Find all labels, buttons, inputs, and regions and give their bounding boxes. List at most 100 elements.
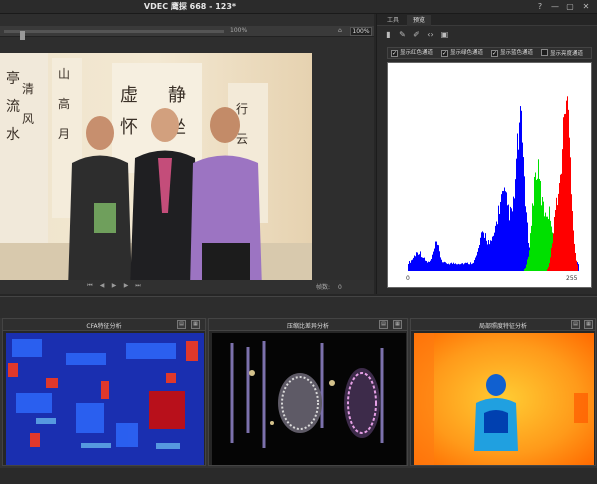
eyedropper-icon[interactable]: ✎ [397,29,408,40]
zoom-readout: 100% [230,27,248,34]
image-icon[interactable]: ▣ [439,29,450,40]
histogram-bar-blue [416,252,417,271]
red-channel-check[interactable]: ✓ 显示红色通道 [391,49,433,58]
histogram-bar-blue [450,263,451,271]
image-viewer: 100% ⌂ 100% 亭流水 清风 山高月 虚 怀 静 行 云 [0,14,374,294]
histogram-bar-blue [433,251,434,271]
histogram-bar-blue [465,262,466,271]
green-channel-check[interactable]: ✓ 显示绿色通道 [441,49,483,58]
histogram-bar-red [568,109,569,271]
frame-counter: 帧数: 0 [316,282,342,291]
histogram-bar-blue [457,264,458,271]
histogram-bar-blue [471,264,472,271]
export-icon[interactable]: ▦ [191,320,200,329]
histogram-bar-blue [517,133,518,271]
compression-map [212,333,406,465]
histogram-bar-blue [512,211,513,271]
histogram-bar-blue [432,254,433,271]
histogram-bar-blue [430,260,431,271]
save-icon[interactable]: ▤ [177,320,186,329]
pencil-icon[interactable]: ✐ [411,29,422,40]
histogram-bar-green [539,178,540,271]
histogram-bar-blue [508,204,509,271]
zoom-slider-knob[interactable] [20,31,25,40]
histogram-bar-blue [480,237,481,271]
histogram-bar-blue [459,264,460,271]
histogram-bar-blue [411,260,412,271]
histogram-bar-red [560,174,561,271]
histogram-bar-red [575,252,576,271]
tab-preview[interactable]: 预览 [407,15,432,26]
zoom-slider[interactable] [4,30,224,40]
histogram-bar-blue [520,106,521,271]
histogram-bar-blue [521,110,522,271]
histogram-bar-blue [485,233,486,271]
panel-title: CFA特征分析 [86,323,122,330]
maximize-button[interactable]: ▢ [563,1,577,12]
tool-panel: 工具 预览 ▮ ✎ ✐ ‹› ▣ ✓ 显示红色通道 ✓ 显示绿色通道 ✓ 显示蓝色通道… [376,14,597,294]
svg-text:月: 月 [58,127,70,141]
blue-channel-check[interactable]: ✓ 显示蓝色通道 [491,49,533,58]
histogram-bar-green [538,159,539,271]
tool-icon-row: ▮ ✎ ✐ ‹› ▣ [379,28,596,42]
histogram-bar-blue [578,264,579,271]
fit-icon[interactable]: ⌂ [338,27,342,34]
last-frame-button[interactable]: ⏭ [134,282,142,290]
code-icon[interactable]: ‹› [425,29,436,40]
histogram-bar-red [574,243,575,271]
tab-tools[interactable]: 工具 [381,15,405,26]
histogram-bar-blue [444,261,445,271]
export-icon[interactable]: ▦ [584,320,593,329]
first-frame-button[interactable]: ⏮ [86,282,94,290]
luma-channel-check[interactable]: 显示亮度通道 [541,49,583,59]
histogram-bar-red [557,205,558,271]
status-footer [0,468,597,484]
histogram-bar-red [559,183,560,271]
zoom-input[interactable]: 100% [350,27,372,36]
cfa-map-image [6,333,204,465]
histogram-bar-blue [415,256,416,271]
save-icon[interactable]: ▤ [379,320,388,329]
histogram-bar-red [564,114,565,272]
histogram-icon[interactable]: ▮ [383,29,394,40]
histogram-bar-red [549,263,550,271]
histogram-bar-blue [425,260,426,271]
histogram-bar-blue [524,176,525,271]
save-icon[interactable]: ▤ [571,320,580,329]
histogram-bar-blue [467,262,468,271]
histogram-bar-blue [418,254,419,271]
histogram-bar-blue [475,257,476,271]
histogram-bar-blue [496,221,497,271]
histogram-bar-blue [499,213,500,271]
histogram-bar-blue [500,201,501,271]
minimize-button[interactable]: — [548,1,562,12]
histogram-bar-blue [474,260,475,271]
prev-frame-button[interactable]: ◀ [98,282,106,290]
histogram-bar-red [561,173,562,271]
panel-title: 局部照度特征分析 [478,323,527,330]
histogram-bar-blue [525,206,526,271]
histogram-bar-blue [481,232,482,271]
histogram-bar-blue [423,257,424,271]
histogram-bar-blue [409,261,410,271]
export-icon[interactable]: ▦ [393,320,402,329]
play-button[interactable]: ▶ [110,282,118,290]
histogram-bar-blue [437,244,438,271]
svg-text:清: 清 [22,82,34,96]
histogram-bar-blue [488,240,489,271]
photo-canvas[interactable]: 亭流水 清风 山高月 虚怀 静坐 行云 [0,53,312,289]
histogram-bar-blue [417,252,418,271]
histogram-bar-blue [414,255,415,271]
histogram-bar-blue [453,262,454,271]
histogram-bar-blue [510,206,511,271]
next-frame-button[interactable]: ▶ [122,282,130,290]
svg-text:流: 流 [6,99,20,115]
histogram-bar-blue [426,261,427,271]
histogram-bar-blue [438,245,439,271]
histogram-bar-blue [495,225,496,271]
histogram-bar-blue [484,237,485,271]
close-button[interactable]: ✕ [579,1,593,12]
histogram-bar-red [569,137,570,271]
histogram-bar-green [530,233,531,271]
help-button[interactable]: ? [533,1,547,12]
